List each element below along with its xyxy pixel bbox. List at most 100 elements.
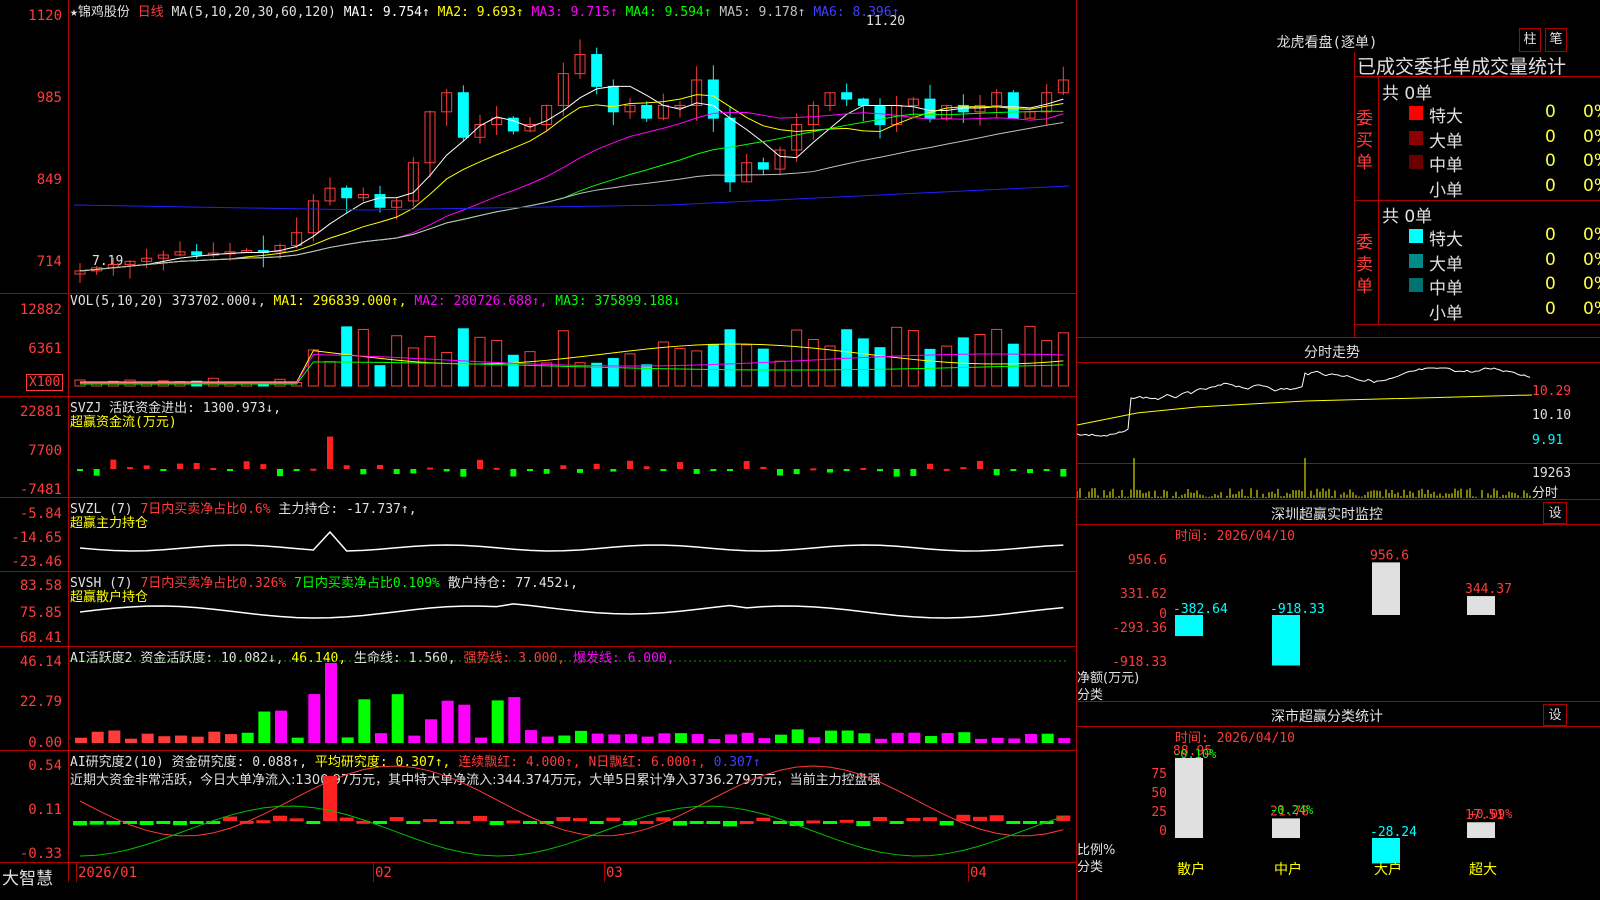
category-bar [1467, 822, 1495, 838]
activity-bar [941, 733, 954, 743]
fund-flow-bar [427, 467, 433, 470]
research-bar [906, 817, 921, 821]
volume-bar [357, 328, 369, 387]
volume-bars[interactable] [69, 294, 1076, 396]
category-name: 超大 [1469, 862, 1497, 878]
activity-bar [841, 730, 854, 743]
category-bar [1272, 818, 1300, 838]
svsh-line[interactable] [69, 572, 1076, 646]
svsh-ytick: 75.85 [19, 605, 62, 621]
intraday-ytick: 10.10 [1532, 408, 1572, 423]
candle-body [707, 79, 719, 119]
fund-flow-bar [393, 469, 400, 475]
intraday-ytick: 9.91 [1532, 433, 1564, 448]
research-bar [389, 817, 404, 821]
candle-body [591, 54, 603, 87]
research-bar [573, 818, 587, 822]
activity-bar [375, 733, 387, 743]
fund-flow-bar [277, 469, 283, 477]
activity-bar [641, 736, 654, 743]
fund-flow-bar [377, 464, 383, 469]
order-size-swatch [1409, 253, 1423, 268]
svzl-line[interactable] [69, 498, 1076, 571]
research-bar [406, 821, 421, 824]
volume-bar [457, 328, 469, 387]
activity-bar [808, 737, 821, 743]
price-ytick: 849 [36, 172, 62, 188]
svzj-ytick: 22881 [19, 404, 62, 420]
ai-research-ytick: 0.11 [28, 802, 62, 818]
sell-order-row: 大单 0 0% [1405, 249, 1600, 275]
activity-bar [308, 694, 321, 743]
sz-class-settings-button[interactable]: 设 [1543, 704, 1567, 726]
sz-monitor-settings-button[interactable]: 设 [1543, 502, 1567, 524]
research-bar [989, 815, 1004, 821]
activity-bar [141, 733, 154, 743]
research-bar [823, 821, 837, 824]
fund-flow-bar [543, 469, 550, 474]
fund-flow-bar [1060, 469, 1067, 477]
price-candles[interactable] [69, 0, 1076, 293]
fund-flow-bar [460, 469, 467, 477]
activity-bar [558, 735, 571, 743]
sz-class-ytick: 25 [1151, 805, 1167, 820]
fund-flow-bar [843, 469, 850, 471]
main-chart-area[interactable]: ★锦鸡股份 日线 MA(5,10,20,30,60,120) MA1: 9.75… [0, 0, 1077, 900]
intraday-panel[interactable]: 分时走势 10.29 10.10 9.91 19263 分时 [1077, 338, 1600, 501]
ma-line [79, 122, 1064, 272]
fund-flow-bar [610, 469, 617, 472]
column-view-button[interactable]: 柱 [1519, 28, 1541, 52]
research-bar [523, 821, 537, 824]
order-size-swatch [1409, 155, 1423, 169]
research-bar [189, 821, 204, 824]
candle-body [191, 251, 203, 256]
research-bar [589, 821, 604, 824]
activity-bar [191, 736, 204, 743]
research-bar [289, 818, 304, 822]
order-percent: 0% [1583, 249, 1600, 270]
fund-flow-bar [660, 469, 667, 471]
volume-bar [691, 350, 703, 387]
activity-bar [391, 694, 404, 743]
activity-bar [491, 700, 504, 743]
fund-flow-bar [810, 468, 817, 471]
activity-bar [441, 700, 454, 743]
activity-bar [358, 699, 371, 743]
order-size-swatch [1409, 278, 1423, 292]
activity-bar [1041, 733, 1054, 743]
activity-bar [258, 711, 271, 743]
buy-order-row: 中单 0 0% [1405, 150, 1600, 176]
activity-bar [225, 734, 237, 743]
ai-research-bars[interactable] [69, 751, 1076, 862]
intraday-line[interactable] [1077, 363, 1532, 499]
fund-flow-bar [127, 467, 133, 470]
svsh-ytick: 68.41 [19, 630, 62, 646]
category-name: 大户 [1374, 861, 1402, 878]
order-count: 0 [1545, 225, 1556, 245]
research-bar [723, 821, 737, 827]
activity-bar [908, 732, 921, 743]
main-holding-line [79, 530, 1064, 552]
fund-flow-bar [893, 469, 900, 477]
order-size-swatch [1409, 179, 1423, 194]
activity-bar [608, 734, 621, 743]
candle-body [457, 92, 469, 138]
volume-bar [1057, 332, 1069, 387]
fund-flow-bar [493, 467, 500, 470]
order-count: 0 [1545, 249, 1556, 270]
intraday-title: 分时走势 [1304, 345, 1360, 361]
tick-view-button[interactable]: 笔 [1545, 28, 1567, 52]
ma-line [79, 111, 1064, 272]
research-bar [139, 821, 154, 826]
fund-flow-bar [477, 459, 483, 469]
brand-label: 大智慧 [2, 869, 53, 889]
ai-active-ytick: 46.14 [19, 654, 62, 670]
sz-class-ytick: 50 [1151, 786, 1167, 801]
fund-flow-bar [360, 469, 367, 475]
svzj-bars[interactable] [69, 397, 1076, 497]
volume-bar [674, 347, 686, 387]
ai-active-bars[interactable] [69, 647, 1076, 750]
svzl-ytick: -14.65 [11, 530, 62, 546]
svzl-ytick: -23.46 [11, 554, 62, 570]
ma-line [73, 185, 1070, 211]
